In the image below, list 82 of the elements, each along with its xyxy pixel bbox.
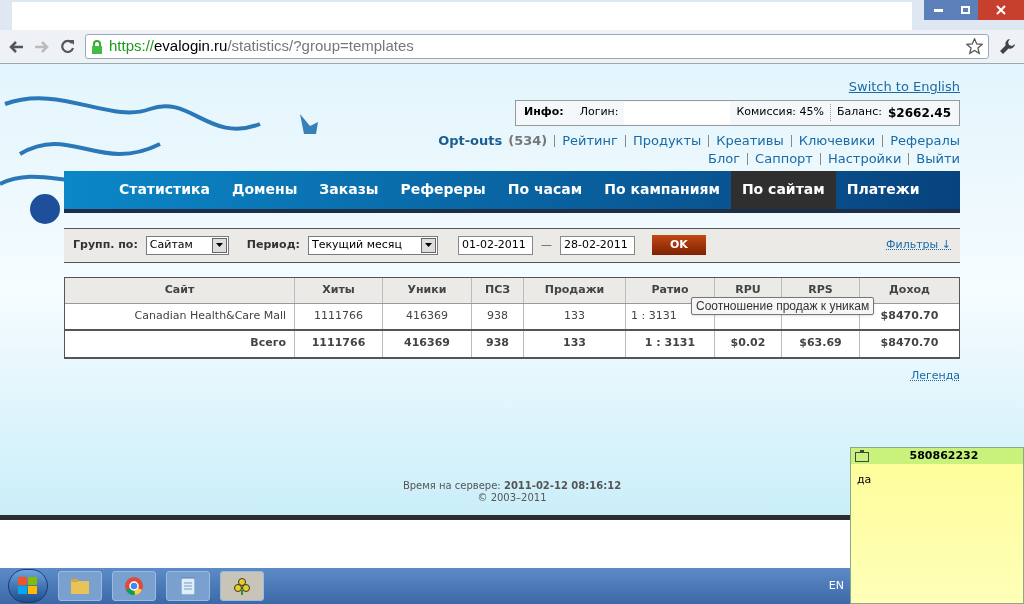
table-cell: 416369	[383, 330, 472, 357]
column-header: Хиты	[295, 277, 383, 303]
nav-tab[interactable]: По часам	[496, 170, 594, 209]
close-button[interactable]	[978, 0, 1024, 20]
address-bar[interactable]: https://evalogin.ru/statistics/?group=templates	[85, 34, 989, 59]
table-cell: 1 : 3131	[626, 330, 715, 357]
commission-text: Комиссия: 45%	[736, 104, 831, 121]
filters-link[interactable]: Фильтры ↓	[886, 236, 951, 254]
taskbar-button[interactable]	[220, 571, 264, 601]
column-header: ПСЗ	[472, 277, 524, 303]
start-button[interactable]	[8, 569, 48, 603]
login-label: Логин:	[579, 104, 619, 121]
date-field[interactable]: 01-02-2011	[457, 235, 533, 255]
reload-icon[interactable]	[60, 39, 75, 54]
table-cell: 1111766	[295, 303, 383, 329]
column-header: Продажи	[524, 277, 626, 303]
nav-link[interactable]: Ключевики	[798, 131, 876, 150]
taskbar-button[interactable]	[166, 571, 210, 601]
notepad-icon	[181, 577, 195, 595]
language-indicator[interactable]: EN	[828, 577, 844, 595]
minimize-button[interactable]	[924, 0, 952, 20]
note-title: 580862232	[908, 447, 980, 464]
caret-icon	[211, 237, 227, 253]
balance-value: $2662.45	[888, 104, 951, 122]
caret-icon	[420, 237, 436, 253]
nav-tab[interactable]: По кампаниям	[593, 170, 731, 209]
language-link[interactable]: Switch to English	[848, 77, 960, 97]
nav-link[interactable]: Рефералы	[890, 131, 960, 150]
table-cell: 416369	[383, 303, 472, 329]
server-time-text: Время на сервере: 2011-02-12 08:16:12	[402, 480, 622, 492]
table-cell: 938	[472, 330, 524, 357]
nav-link[interactable]: Блог	[708, 149, 741, 168]
info-label: Инфо:	[523, 104, 564, 121]
maximize-button[interactable]	[952, 0, 978, 20]
group-label: Групп. по:	[73, 236, 138, 253]
back-icon[interactable]	[8, 39, 24, 54]
nav-tab[interactable]: Рефереры	[389, 170, 497, 209]
table-cell: 133	[524, 303, 626, 329]
note-card-icon	[855, 450, 869, 462]
star-icon[interactable]	[966, 38, 983, 55]
nav-link[interactable]: Настройки	[827, 149, 902, 168]
legend-link[interactable]: Легенда	[910, 367, 960, 384]
table-cell: 938	[472, 303, 524, 329]
nav-tab[interactable]: Платежи	[835, 170, 931, 209]
nav-link[interactable]: Продукты	[632, 131, 702, 150]
nav-link[interactable]: Креативы	[716, 131, 784, 150]
dropdown[interactable]: Текущий месяц	[307, 235, 438, 255]
lock-icon	[91, 39, 103, 54]
chrome-browser-icon	[125, 577, 143, 595]
table-cell: $0.02	[715, 330, 782, 357]
nav-tab[interactable]: Домены	[220, 170, 309, 209]
table-cell: $63.69	[782, 330, 860, 357]
dropdown[interactable]: Сайтам	[145, 235, 229, 255]
nav-link[interactable]: Opt-outs	[438, 131, 503, 150]
table-cell: Всего	[65, 330, 295, 357]
wrench-icon[interactable]	[999, 38, 1016, 55]
folder-icon	[71, 578, 89, 594]
flower-icon	[234, 577, 250, 595]
table-cell: 133	[524, 330, 626, 357]
period-label: Период:	[246, 236, 300, 253]
ok-button[interactable]: OK	[651, 235, 706, 255]
table-cell: Canadian Health&Care Mall	[65, 303, 295, 329]
windows-logo-icon	[18, 577, 38, 595]
nav-link[interactable]: Рейтинг	[562, 131, 618, 150]
nav-link[interactable]: Выйти	[916, 149, 960, 168]
table-cell: 1111766	[295, 330, 383, 357]
close-icon	[996, 5, 1006, 15]
copyright-text: © 2003–2011	[477, 492, 547, 504]
nav-tab[interactable]: По сайтам	[730, 170, 836, 209]
table-cell-text: $8470.70	[879, 335, 940, 352]
nav-link[interactable]: Саппорт	[755, 149, 813, 168]
date-field[interactable]: 28-02-2011	[559, 235, 635, 255]
nav-tab[interactable]: Статистика	[108, 170, 221, 209]
taskbar-button[interactable]	[112, 571, 156, 601]
date-separator: —	[540, 236, 552, 253]
nav-tab[interactable]: Заказы	[308, 170, 390, 209]
column-header: Уники	[383, 277, 472, 303]
column-header: Сайт	[65, 277, 295, 303]
balance-label: Баланс:	[836, 104, 882, 121]
count-text: (534)	[508, 131, 548, 150]
note-text: да	[856, 472, 873, 488]
column-header: Доход	[888, 281, 931, 298]
